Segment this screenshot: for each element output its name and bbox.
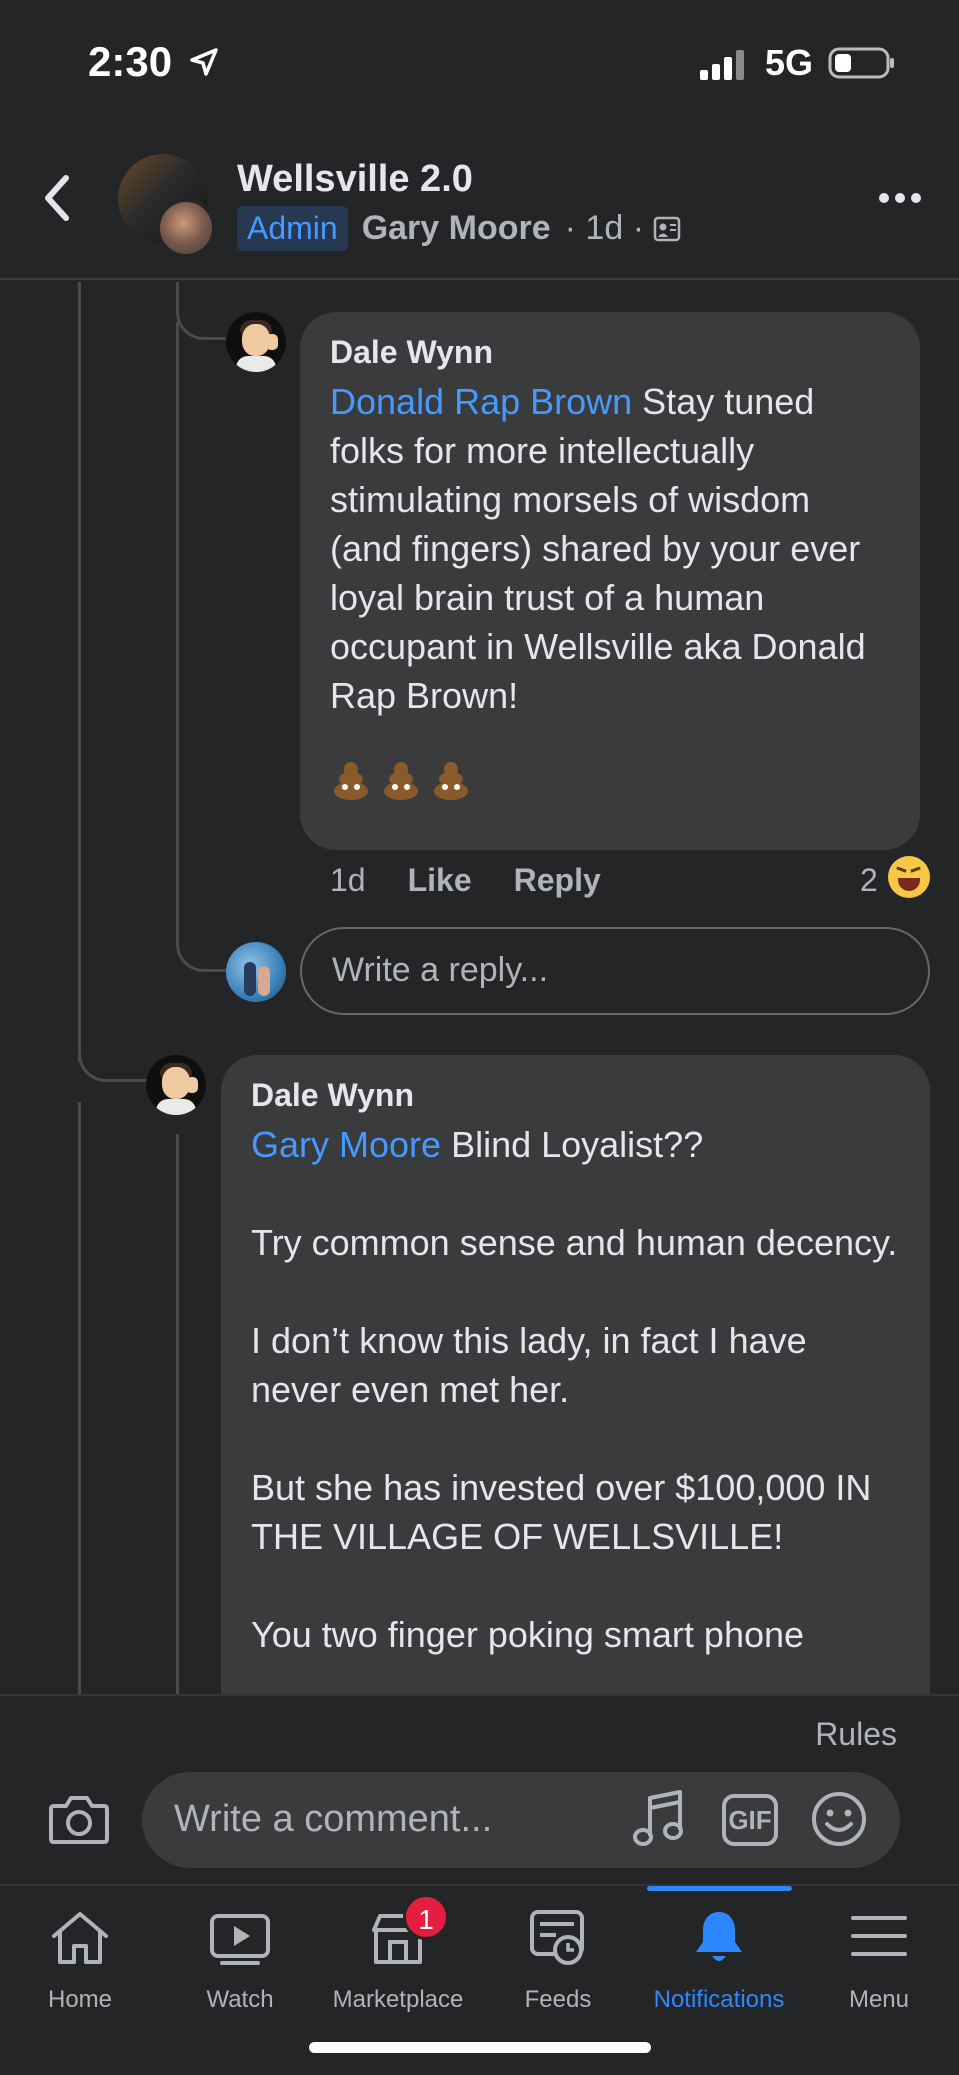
signal-icon: [700, 50, 744, 80]
like-button[interactable]: Like: [408, 862, 472, 899]
post-time: · 1d ·: [564, 209, 645, 247]
post-header: Wellsville 2.0 Admin Gary Moore · 1d ·: [0, 120, 959, 280]
tab-label: Watch: [206, 1986, 274, 2013]
rules-link[interactable]: Rules: [815, 1716, 897, 1753]
marketplace-notification-badge: 1: [403, 1894, 449, 1940]
poop-emoji-icon: [430, 760, 472, 800]
tab-notifications[interactable]: Notifications: [639, 1886, 799, 2026]
current-user-avatar: [226, 942, 286, 1002]
watch-icon: [210, 1914, 270, 1965]
author-avatar: [156, 198, 216, 258]
tab-marketplace[interactable]: Marketplace: [318, 1886, 478, 2026]
tab-feeds[interactable]: Feeds: [478, 1886, 638, 2026]
reply-button[interactable]: Reply: [514, 862, 601, 899]
commenter-avatar[interactable]: [226, 312, 286, 372]
comment-author[interactable]: Dale Wynn: [330, 334, 890, 371]
comment-body: Stay tuned folks for more intellectually…: [330, 381, 876, 716]
reaction-count[interactable]: 2: [860, 862, 878, 899]
emoji-icon[interactable]: [810, 1790, 868, 1848]
group-privacy-icon: [653, 216, 681, 241]
comment-bubble: Dale Wynn Gary Moore Blind Loyalist?? Tr…: [221, 1055, 930, 1694]
feeds-icon: [530, 1910, 584, 1965]
poop-emoji-icon: [380, 760, 422, 800]
thread-line: [78, 282, 81, 1062]
haha-reaction-icon[interactable]: [888, 856, 930, 898]
tab-label: Notifications: [653, 1986, 785, 2013]
post-meta: Admin Gary Moore · 1d ·: [237, 206, 682, 251]
tab-watch[interactable]: Watch: [160, 1886, 320, 2026]
reply-input[interactable]: Write a reply...: [300, 927, 930, 1015]
home-indicator[interactable]: [309, 2042, 651, 2053]
group-title[interactable]: Wellsville 2.0: [237, 158, 473, 201]
comment-thread[interactable]: Dale Wynn Donald Rap Brown Stay tuned fo…: [0, 282, 959, 1694]
tab-label: Home: [47, 1986, 113, 2013]
commenter-avatar[interactable]: [146, 1055, 206, 1115]
more-options-icon[interactable]: [878, 190, 922, 206]
thread-line: [78, 1102, 81, 1694]
comment-bubble: Dale Wynn Donald Rap Brown Stay tuned fo…: [300, 312, 920, 850]
mention-link[interactable]: Gary Moore: [251, 1124, 441, 1165]
battery-icon: [828, 47, 894, 79]
home-icon: [52, 1912, 108, 1964]
poop-emoji-icon: [330, 760, 372, 800]
menu-icon: [851, 1916, 907, 1956]
location-arrow-icon: [190, 48, 218, 76]
comment-author[interactable]: Dale Wynn: [251, 1077, 900, 1114]
comment-text: Gary Moore Blind Loyalist?? Try common s…: [251, 1120, 900, 1659]
admin-badge: Admin: [237, 206, 348, 251]
thread-connector: [176, 282, 226, 340]
tab-label: Menu: [848, 1986, 910, 2013]
comment-time: 1d: [330, 862, 366, 898]
thread-line: [176, 1134, 179, 1694]
group-avatar[interactable]: [118, 154, 216, 258]
music-icon[interactable]: [632, 1788, 688, 1850]
status-bar: 2:30 5G: [0, 0, 959, 120]
post-author[interactable]: Gary Moore: [362, 209, 551, 248]
bell-icon: [696, 1912, 742, 1961]
status-time: 2:30: [88, 38, 173, 85]
comment-input[interactable]: Write a comment... GIF: [142, 1772, 900, 1868]
back-arrow-icon[interactable]: [38, 170, 74, 226]
tab-label: Marketplace: [332, 1986, 464, 2013]
comment-text: Donald Rap Brown Stay tuned folks for mo…: [330, 377, 890, 720]
comment-actions: 1d Like Reply: [330, 862, 601, 899]
mention-link[interactable]: Donald Rap Brown: [330, 381, 632, 422]
comment-placeholder: Write a comment...: [174, 1798, 493, 1840]
thread-connector: [176, 882, 226, 972]
tab-home[interactable]: Home: [0, 1886, 160, 2026]
thread-line: [176, 322, 179, 922]
comment-body: Blind Loyalist?? Try common sense and hu…: [251, 1124, 898, 1655]
gif-button[interactable]: GIF: [722, 1794, 778, 1846]
tab-menu[interactable]: Menu: [799, 1886, 959, 2026]
comment-composer: Rules Write a comment... GIF: [0, 1694, 959, 1884]
tab-label: Feeds: [524, 1986, 592, 2013]
network-type: 5G: [765, 42, 814, 83]
thread-connector: [78, 1022, 152, 1082]
camera-icon[interactable]: [48, 1792, 110, 1846]
poop-emojis: [330, 760, 890, 800]
